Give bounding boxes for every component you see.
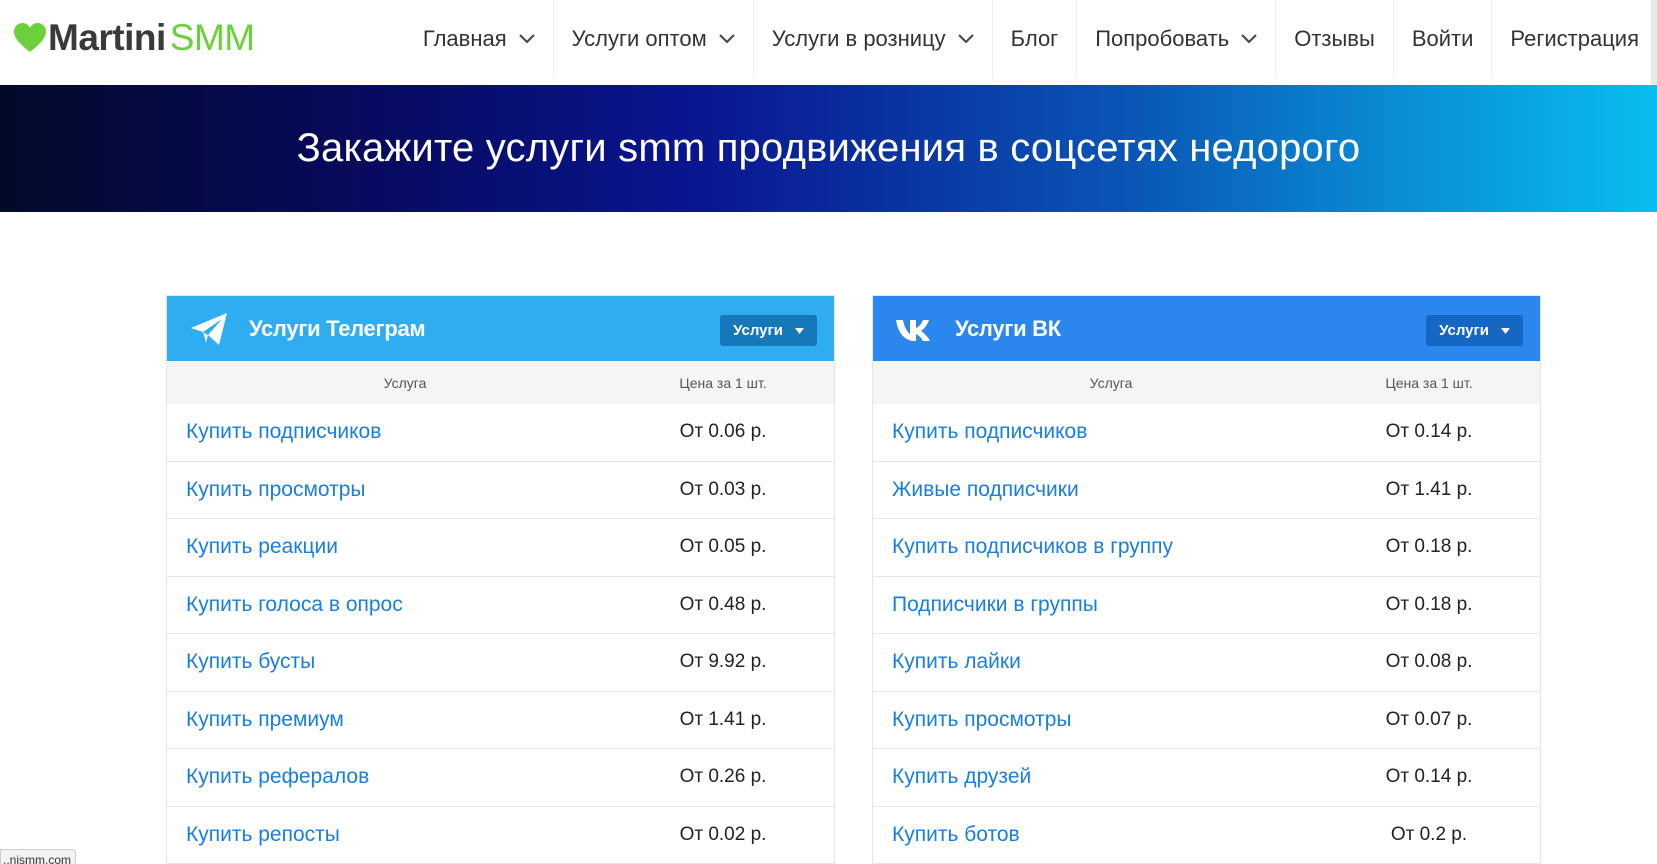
service-link[interactable]: Купить рефералов bbox=[167, 765, 643, 789]
price: От 0.05 р. bbox=[679, 536, 767, 558]
vk-logo-icon bbox=[896, 319, 930, 341]
table-row: Живые подписчики От 1.41 р. bbox=[873, 462, 1540, 519]
price: От 0.08 р. bbox=[1385, 651, 1473, 673]
column-header-price: Цена за 1 шт. bbox=[679, 374, 767, 391]
nav-item-try[interactable]: Попробовать bbox=[1076, 0, 1275, 78]
service-link[interactable]: Купить бусты bbox=[167, 650, 643, 674]
chevron-down-icon bbox=[719, 34, 735, 44]
brand-suffix: SMM bbox=[169, 17, 255, 58]
nav-label: Главная bbox=[422, 26, 507, 51]
table-row: Купить реакции От 0.05 р. bbox=[167, 519, 834, 577]
card-header: Услуги Телеграм Услуги bbox=[167, 296, 834, 361]
telegram-plane-icon bbox=[191, 312, 227, 345]
service-link[interactable]: Купить репосты bbox=[167, 823, 643, 847]
service-link[interactable]: Купить лайки bbox=[873, 650, 1349, 674]
service-link[interactable]: Подписчики в группы bbox=[873, 593, 1349, 617]
service-link[interactable]: Живые подписчики bbox=[873, 478, 1349, 502]
table-row: Купить премиум От 1.41 р. bbox=[167, 692, 834, 749]
chevron-down-icon bbox=[957, 34, 974, 44]
main-nav: Главная Услуги оптом Услуги в розницу Бл… bbox=[405, 0, 1657, 78]
table-row: Купить просмотры От 0.03 р. bbox=[167, 462, 834, 519]
service-link[interactable]: Купить просмотры bbox=[167, 478, 643, 502]
card-header: Услуги ВК Услуги bbox=[873, 296, 1540, 361]
table-row: Подписчики в группы От 0.18 р. bbox=[873, 577, 1540, 634]
service-link[interactable]: Купить ботов bbox=[873, 823, 1349, 847]
price: От 9.92 р. bbox=[679, 651, 767, 673]
table-header: Услуга Цена за 1 шт. bbox=[167, 361, 834, 404]
status-url-tooltip: ..nismm.com bbox=[0, 849, 76, 864]
nav-item-login[interactable]: Войти bbox=[1392, 0, 1492, 78]
price: От 0.02 р. bbox=[679, 823, 767, 845]
price: От 0.48 р. bbox=[679, 593, 767, 615]
table-row: Купить рефералов От 0.26 р. bbox=[167, 749, 834, 807]
nav-item-wholesale[interactable]: Услуги оптом bbox=[552, 0, 753, 78]
price: От 0.07 р. bbox=[1385, 708, 1473, 730]
brand-name: Martini bbox=[48, 17, 166, 58]
nav-item-blog[interactable]: Блог bbox=[991, 0, 1077, 78]
table-row: Купить лайки От 0.08 р. bbox=[873, 634, 1540, 692]
services-dropdown-button[interactable]: Услуги bbox=[720, 315, 817, 346]
price: От 0.03 р. bbox=[679, 478, 767, 500]
nav-label: Отзывы bbox=[1294, 26, 1375, 51]
caret-down-icon bbox=[1501, 327, 1510, 334]
hero-banner: Закажите услуги smm продвижения в соцсет… bbox=[0, 85, 1657, 212]
site-logo[interactable]: Martini SMM bbox=[14, 17, 255, 58]
services-dropdown-button[interactable]: Услуги bbox=[1426, 315, 1523, 346]
column-header-service: Услуга bbox=[383, 374, 427, 391]
price: От 0.14 р. bbox=[1385, 766, 1473, 788]
price: От 0.18 р. bbox=[1385, 593, 1473, 615]
telegram-services-card: Услуги Телеграм Услуги Услуга Цена за 1 … bbox=[166, 295, 835, 864]
chevron-down-icon bbox=[518, 34, 535, 44]
table-row: Купить просмотры От 0.07 р. bbox=[873, 692, 1540, 749]
heart-icon bbox=[14, 23, 46, 52]
price: От 0.06 р. bbox=[679, 421, 767, 443]
price: От 0.18 р. bbox=[1385, 536, 1473, 558]
nav-item-register[interactable]: Регистрация bbox=[1491, 0, 1657, 78]
nav-item-retail[interactable]: Услуги в розницу bbox=[752, 0, 992, 78]
table-row: Купить подписчиков От 0.06 р. bbox=[167, 404, 834, 462]
table-row: Купить друзей От 0.14 р. bbox=[873, 749, 1540, 807]
service-link[interactable]: Купить друзей bbox=[873, 765, 1349, 789]
price: От 0.14 р. bbox=[1385, 421, 1473, 443]
service-link[interactable]: Купить голоса в опрос bbox=[167, 593, 643, 617]
service-link[interactable]: Купить премиум bbox=[167, 708, 643, 732]
card-title: Услуги Телеграм bbox=[249, 315, 426, 341]
table-header: Услуга Цена за 1 шт. bbox=[873, 361, 1540, 404]
caret-down-icon bbox=[795, 327, 804, 334]
nav-item-home[interactable]: Главная bbox=[405, 0, 553, 78]
price: От 1.41 р. bbox=[1385, 478, 1473, 500]
column-header-price: Цена за 1 шт. bbox=[1385, 374, 1473, 391]
column-header-service: Услуга bbox=[1089, 374, 1133, 391]
nav-label: Попробовать bbox=[1095, 26, 1230, 51]
table-row: Купить подписчиков От 0.14 р. bbox=[873, 404, 1540, 462]
service-link[interactable]: Купить просмотры bbox=[873, 708, 1349, 732]
site-header: Martini SMM Главная Услуги оптом Услуги … bbox=[0, 0, 1657, 85]
hero-title: Закажите услуги smm продвижения в соцсет… bbox=[296, 126, 1361, 170]
dropdown-label: Услуги bbox=[1439, 322, 1489, 339]
scrollbar[interactable] bbox=[1651, 0, 1657, 85]
nav-label: Войти bbox=[1411, 26, 1474, 51]
nav-item-reviews[interactable]: Отзывы bbox=[1275, 0, 1393, 78]
nav-label: Услуги в розницу bbox=[771, 26, 946, 51]
vk-services-card: Услуги ВК Услуги Услуга Цена за 1 шт. Ку… bbox=[872, 295, 1541, 864]
service-link[interactable]: Купить подписчиков bbox=[873, 420, 1349, 444]
card-title: Услуги ВК bbox=[955, 315, 1061, 341]
price: От 0.26 р. bbox=[679, 766, 767, 788]
service-link[interactable]: Купить реакции bbox=[167, 535, 643, 559]
table-row: Купить ботов От 0.2 р. bbox=[873, 807, 1540, 864]
service-link[interactable]: Купить подписчиков в группу bbox=[873, 535, 1349, 559]
chevron-down-icon bbox=[1241, 34, 1257, 44]
price: От 0.2 р. bbox=[1390, 823, 1468, 845]
price: От 1.41 р. bbox=[679, 708, 767, 730]
table-row: Купить подписчиков в группу От 0.18 р. bbox=[873, 519, 1540, 577]
nav-label: Блог bbox=[1010, 26, 1059, 51]
nav-label: Регистрация bbox=[1510, 26, 1639, 51]
service-link[interactable]: Купить подписчиков bbox=[167, 420, 643, 444]
nav-label: Услуги оптом bbox=[571, 26, 707, 51]
table-row: Купить репосты От 0.02 р. bbox=[167, 807, 834, 864]
table-row: Купить бусты От 9.92 р. bbox=[167, 634, 834, 692]
dropdown-label: Услуги bbox=[733, 322, 783, 339]
table-row: Купить голоса в опрос От 0.48 р. bbox=[167, 577, 834, 634]
